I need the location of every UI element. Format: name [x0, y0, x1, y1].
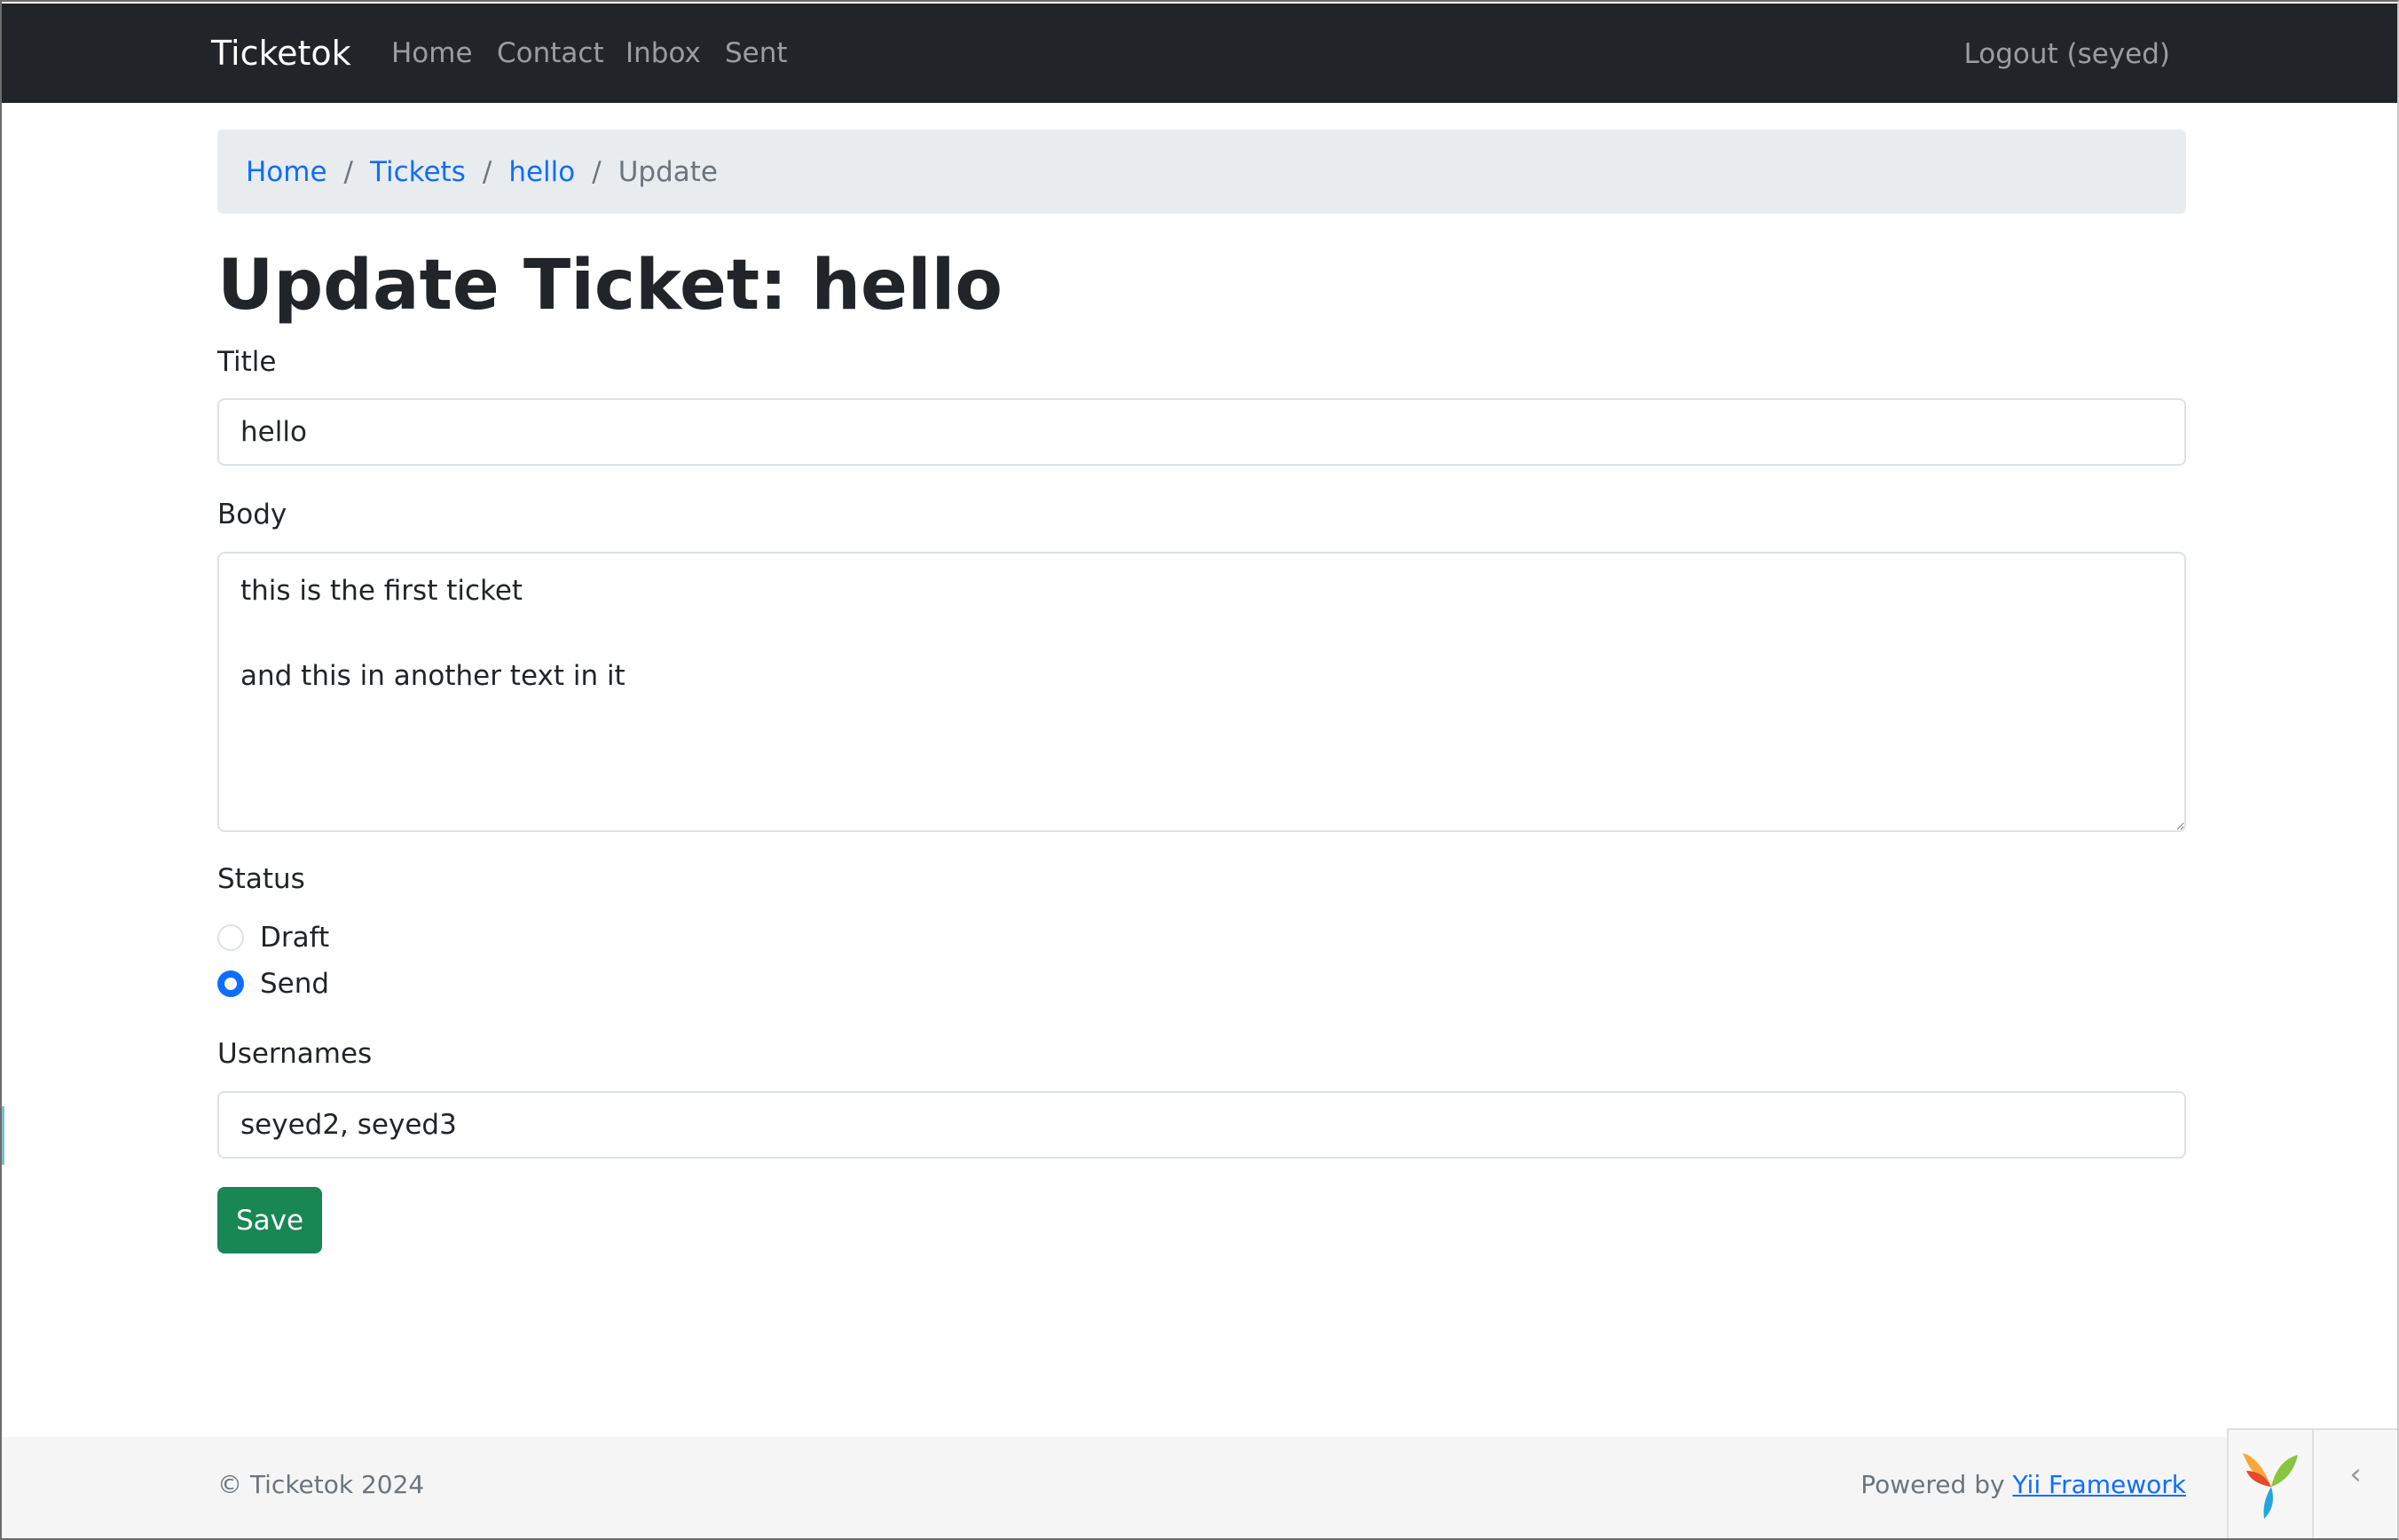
- breadcrumb-tickets[interactable]: Tickets: [370, 156, 466, 188]
- usernames-input[interactable]: [217, 1091, 2186, 1159]
- top-navbar: Ticketok Home Contact Inbox Sent Logout …: [2, 4, 2397, 103]
- breadcrumb-ticket-hello[interactable]: hello: [508, 156, 575, 188]
- breadcrumb-home[interactable]: Home: [246, 156, 327, 188]
- status-label: Status: [217, 863, 305, 895]
- nav-link-sent[interactable]: Sent: [725, 4, 788, 103]
- debug-toolbar: ‹: [2227, 1428, 2397, 1538]
- page-footer: © Ticketok 2024 Powered by Yii Framework: [2, 1437, 2397, 1538]
- body-label: Body: [217, 499, 287, 530]
- title-label: Title: [217, 346, 277, 378]
- save-button[interactable]: Save: [217, 1187, 322, 1253]
- status-option-draft[interactable]: Draft: [217, 920, 329, 955]
- title-input[interactable]: [217, 398, 2186, 466]
- usernames-label: Usernames: [217, 1038, 373, 1070]
- radio-label-send: Send: [260, 968, 330, 1000]
- breadcrumb: Home / Tickets / hello / Update: [217, 130, 2186, 214]
- radio-label-draft: Draft: [260, 922, 330, 954]
- logout-button[interactable]: Logout (seyed): [1964, 4, 2171, 103]
- breadcrumb-active-update: Update: [617, 155, 718, 188]
- status-option-send[interactable]: Send: [217, 966, 329, 1002]
- browser-viewport: Ticketok Home Contact Inbox Sent Logout …: [0, 0, 2399, 1540]
- chevron-left-icon[interactable]: ‹: [2314, 1430, 2397, 1538]
- page-title: Update Ticket: hello: [217, 246, 1003, 326]
- edge-marker: [2, 1106, 4, 1165]
- breadcrumb-separator: /: [592, 155, 602, 188]
- nav-link-contact[interactable]: Contact: [497, 4, 604, 103]
- breadcrumb-separator: /: [482, 155, 492, 188]
- nav-link-inbox[interactable]: Inbox: [625, 4, 701, 103]
- brand-logo[interactable]: Ticketok: [211, 4, 351, 103]
- yii-logo-icon[interactable]: [2229, 1430, 2314, 1538]
- powered-by-text: Powered by: [1860, 1470, 2013, 1499]
- radio-button-send[interactable]: [217, 970, 244, 997]
- footer-copyright: © Ticketok 2024: [217, 1470, 425, 1499]
- radio-button-draft[interactable]: [217, 924, 244, 951]
- nav-link-home[interactable]: Home: [391, 4, 473, 103]
- breadcrumb-separator: /: [343, 155, 353, 188]
- body-textarea[interactable]: this is the first ticket and this in ano…: [217, 552, 2186, 832]
- yii-framework-link[interactable]: Yii Framework: [2012, 1470, 2186, 1499]
- footer-powered-by: Powered by Yii Framework: [1860, 1437, 2186, 1533]
